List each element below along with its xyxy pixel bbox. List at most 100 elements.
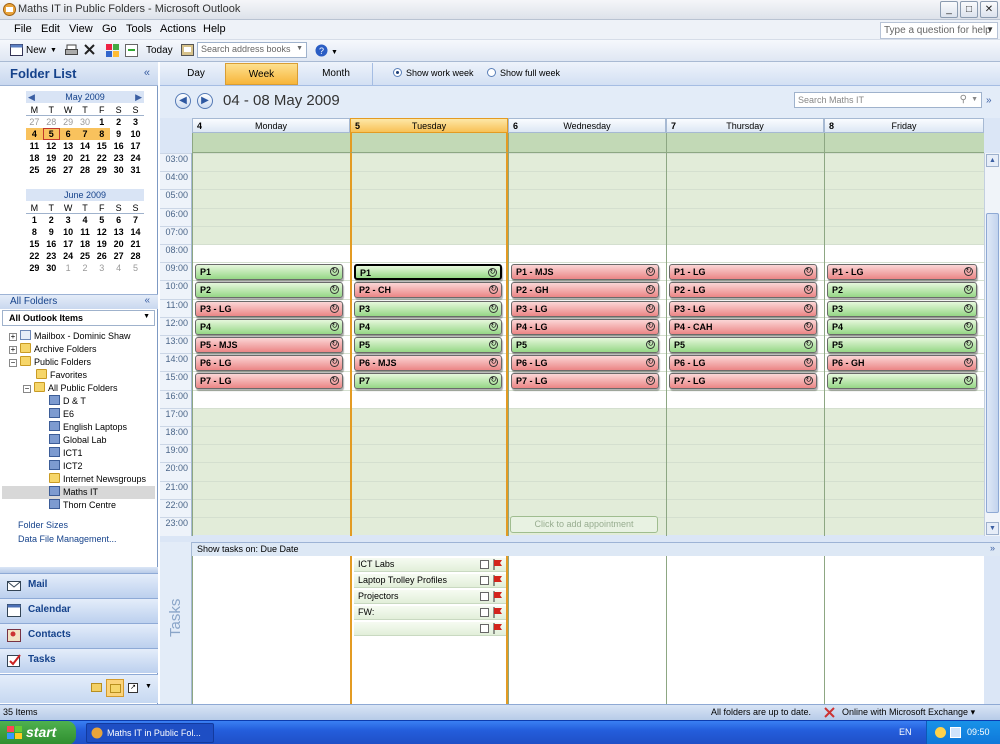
calendar-day[interactable]: 12 [43,140,60,152]
calendar-day[interactable]: 16 [43,238,60,250]
tree-mailbox[interactable]: + Mailbox - Dominic Shaw [9,330,131,343]
scroll-thumb[interactable] [986,213,999,513]
expand-icon[interactable]: + [9,333,17,341]
time-slot[interactable] [352,517,506,536]
task-item[interactable]: ICT Labs [354,558,506,572]
calendar-day[interactable]: 17 [127,140,144,152]
tree-thorn-centre[interactable]: Thorn Centre [49,499,116,512]
calendar-day[interactable]: 11 [26,140,43,152]
time-slot[interactable] [667,444,824,463]
calendar-day[interactable]: 31 [127,164,144,176]
task-column[interactable] [666,556,824,704]
nav-contacts-button[interactable]: Contacts [0,623,158,648]
help-search-input[interactable]: Type a question for help ▼ [880,22,998,39]
time-slot[interactable] [352,244,506,263]
day-header[interactable]: 8 Friday [824,118,984,133]
calendar-day[interactable]: 25 [26,164,43,176]
time-slot[interactable] [193,153,350,172]
time-slot[interactable] [352,207,506,226]
tray-outlook-icon[interactable] [935,727,946,738]
calendar-day[interactable]: 15 [93,140,110,152]
collapse-tasks-icon[interactable]: » [990,543,995,553]
calendar-day[interactable]: 26 [93,250,110,262]
time-slot[interactable] [509,207,666,226]
time-slot[interactable] [509,444,666,463]
appointment[interactable]: P1 ↻ [195,264,343,281]
toolbar-options-icon[interactable]: ▼ [331,45,338,61]
time-slot[interactable] [352,225,506,244]
time-slot[interactable] [667,480,824,499]
calendar-day[interactable]: 20 [60,152,77,164]
calendar-day[interactable]: 21 [77,152,94,164]
tree-maths-it[interactable]: Maths IT [2,486,155,499]
time-slot[interactable] [352,480,506,499]
calendar-day[interactable]: 5 [42,128,60,140]
appointment[interactable]: P1 ↻ [354,264,502,281]
calendar-day[interactable]: 14 [77,140,94,152]
flag-icon[interactable] [493,607,503,618]
calendar-day[interactable]: 3 [127,116,144,128]
time-slot[interactable] [667,189,824,208]
all-day-area[interactable] [666,133,824,153]
all-day-area[interactable] [192,133,350,153]
time-slot[interactable] [825,407,984,426]
time-slot[interactable] [825,444,984,463]
appointment[interactable]: P5 ↻ [669,337,817,353]
time-slot[interactable] [193,207,350,226]
appointment[interactable]: P1 - LG ↻ [827,264,977,281]
appointment[interactable]: P3 - LG ↻ [669,300,817,317]
address-book-search-input[interactable]: Search address books ▼ [197,42,307,58]
collapse-pane-icon[interactable]: « [144,67,150,79]
calendar-search-input[interactable]: Search Maths IT ⚲ ▼ [794,92,982,108]
time-slot[interactable] [509,407,666,426]
tree-public-folders[interactable]: − Public Folders [9,356,91,369]
day-column[interactable]: P1 - LG ↻ P2 - LG ↻ P3 - LG ↻ P4 - CAH ↻ P5 ↻ P6 -… [666,153,824,536]
chevron-down-icon[interactable]: ▼ [143,313,150,320]
search-options-icon[interactable]: ▼ [971,96,978,103]
appointment[interactable]: P2 - GH ↻ [511,282,659,299]
calendar-day[interactable]: 17 [60,238,77,250]
tab-week[interactable]: Week [225,63,298,85]
appointment[interactable]: P2 ↻ [827,282,977,299]
all-day-area[interactable] [824,133,984,153]
calendar-day[interactable]: 9 [43,226,60,238]
forward-arrow-icon[interactable]: ▶ [197,93,213,109]
today-button[interactable]: Today [146,43,173,59]
time-slot[interactable] [352,462,506,481]
time-slot[interactable] [825,426,984,445]
collapse-icon[interactable]: − [9,359,17,367]
time-slot[interactable] [509,225,666,244]
task-column[interactable] [508,556,666,704]
appointment[interactable]: P5 ↻ [511,337,659,353]
tree-d-and-t[interactable]: D & T [49,395,86,408]
calendar-day[interactable]: 23 [43,250,60,262]
calendar-day[interactable]: 20 [110,238,127,250]
menu-edit[interactable]: Edit [41,23,60,35]
calendar-day[interactable]: 2 [43,214,60,226]
scroll-up-icon[interactable]: ▲ [986,154,999,167]
task-complete-checkbox[interactable] [480,576,489,585]
time-slot[interactable] [509,189,666,208]
menu-tools[interactable]: Tools [126,23,152,35]
folder-sizes-link[interactable]: Folder Sizes [18,520,68,530]
task-item[interactable] [354,622,506,636]
flag-icon[interactable] [493,623,503,634]
time-slot[interactable] [352,189,506,208]
calendar-day[interactable]: 9 [110,128,127,140]
calendar-day[interactable]: 29 [93,164,110,176]
calendar-day[interactable]: 29 [60,116,77,128]
help-icon[interactable]: ? [315,44,328,57]
calendar-day[interactable]: 4 [26,128,43,140]
time-slot[interactable] [193,517,350,536]
all-day-area[interactable] [508,133,666,153]
tree-internet-newsgroups[interactable]: Internet Newsgroups [49,473,146,486]
task-complete-checkbox[interactable] [480,560,489,569]
calendar-day[interactable]: 28 [43,116,60,128]
calendar-day[interactable]: 18 [26,152,43,164]
task-column[interactable] [192,556,350,704]
menu-actions[interactable]: Actions [160,23,196,35]
task-item[interactable]: Laptop Trolley Profiles [354,574,506,588]
time-slot[interactable] [509,498,666,517]
collapse-section-icon[interactable]: « [144,295,150,306]
time-slot[interactable] [667,207,824,226]
